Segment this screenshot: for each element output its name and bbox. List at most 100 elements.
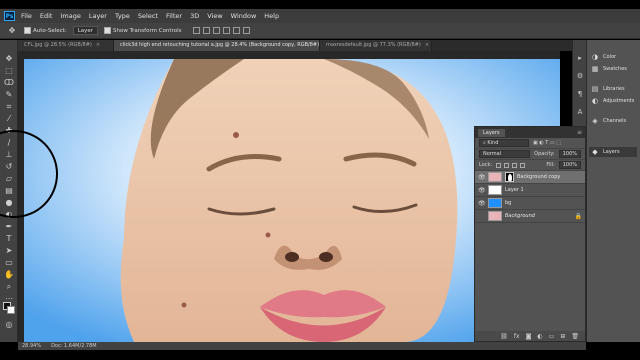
link-layers-icon[interactable]: ⛓ — [500, 333, 508, 340]
dock-item-adjustments[interactable]: ◐ Adjustments — [591, 96, 634, 106]
menu-view[interactable]: View — [207, 12, 222, 20]
swatches-icon: ▦ — [591, 65, 599, 73]
layer-mask-thumbnail[interactable] — [505, 172, 514, 182]
align-bottom-icon[interactable] — [213, 27, 221, 34]
panel-dock: ◑ Color ▦ Swatches ▤ Libraries ◐ Adjustments… — [586, 40, 640, 342]
libraries-icon: ▤ — [591, 85, 599, 93]
tab-layers[interactable]: Layers — [478, 128, 505, 137]
menu-type[interactable]: Type — [115, 12, 130, 20]
properties-icon[interactable]: ⚙ — [576, 72, 584, 80]
add-mask-icon[interactable]: ◙ — [526, 333, 532, 340]
color-icon: ◑ — [591, 53, 599, 61]
adjustment-layer-icon[interactable]: ◐ — [537, 333, 542, 340]
lock-pixels-icon[interactable] — [504, 162, 510, 168]
tab-close-icon[interactable]: × — [425, 42, 429, 48]
transform-controls-checkbox[interactable] — [104, 27, 112, 34]
dock-item-color[interactable]: ◑ Color — [591, 52, 616, 62]
hand-tool-icon[interactable]: ✋ — [3, 270, 15, 280]
dock-label: Channels — [603, 118, 627, 124]
lock-all-icon[interactable] — [520, 162, 526, 168]
layer-row-background-copy[interactable]: 👁 Background copy — [475, 171, 585, 184]
menu-image[interactable]: Image — [60, 12, 80, 20]
visibility-eye-icon[interactable]: 👁 — [478, 174, 486, 181]
align-center-icon[interactable] — [233, 27, 241, 34]
layer-row-layer-1[interactable]: 👁 Layer 1 — [475, 184, 585, 197]
kind-filter-select[interactable]: ⌕ Kind — [479, 139, 529, 147]
menu-window[interactable]: Window — [231, 12, 257, 20]
menu-filter[interactable]: Filter — [166, 12, 182, 20]
pen-tool-icon[interactable]: ✒ — [3, 222, 15, 232]
character-icon[interactable]: A — [576, 108, 584, 116]
blemish — [265, 232, 271, 238]
menu-file[interactable]: File — [21, 12, 32, 20]
fill-input[interactable]: 100% — [558, 161, 581, 169]
menu-edit[interactable]: Edit — [40, 12, 53, 20]
tab-label: CFL.jpg @ 28.5% (RGB/8#) — [24, 42, 92, 48]
lock-position-icon[interactable] — [512, 162, 518, 168]
menu-select[interactable]: Select — [138, 12, 158, 20]
auto-select-option[interactable]: Auto-Select: — [24, 27, 67, 34]
align-middle-icon[interactable] — [203, 27, 211, 34]
quick-mask-icon[interactable]: ◎ — [3, 320, 15, 330]
right-nostril — [319, 252, 333, 262]
lasso-tool-icon[interactable]: ↀ — [3, 78, 15, 88]
visibility-eye-icon[interactable]: 👁 — [478, 200, 486, 207]
history-icon[interactable]: ▸ — [576, 54, 584, 62]
menu-layer[interactable]: Layer — [89, 12, 107, 20]
align-left-icon[interactable] — [223, 27, 231, 34]
move-tool-icon[interactable]: ✥ — [3, 54, 15, 64]
layers-panel-header: Layers ≡ — [475, 127, 585, 138]
dock-item-libraries[interactable]: ▤ Libraries — [591, 84, 625, 94]
path-select-tool-icon[interactable]: ➤ — [3, 246, 15, 256]
dock-label: Adjustments — [603, 98, 635, 104]
lock-transparency-icon[interactable] — [496, 162, 502, 168]
lock-buttons — [496, 162, 526, 168]
fx-icon[interactable]: fx — [514, 333, 520, 340]
channels-icon: ◈ — [592, 117, 598, 125]
layer-filter-row: ⌕ Kind ▣ ◐ T ▭ ⬚ — [475, 138, 585, 149]
eyedropper-tool-icon[interactable]: ⁄ — [3, 114, 15, 124]
tab-close-icon[interactable]: × — [96, 42, 100, 48]
dock-item-layers[interactable]: ◆ Layers — [589, 147, 637, 157]
tab-document-3[interactable]: maxresdefault.jpg @ 77.3% (RGB/8#) × — [320, 40, 432, 51]
menu-help[interactable]: Help — [264, 12, 279, 20]
layer-row-background[interactable]: Background 🔒 — [475, 210, 585, 223]
transform-controls-option[interactable]: Show Transform Controls — [104, 27, 181, 34]
move-tool-icon[interactable]: ✥ — [6, 26, 18, 36]
status-bar: 28.94% Doc: 1.64M/2.78M — [18, 342, 586, 350]
collapsed-panel-strip: ▸ ⚙ ¶ A — [572, 40, 586, 126]
tab-document-2[interactable]: click3d high end retouching tutorial a.j… — [114, 40, 320, 51]
layer-row-bg[interactable]: 👁 bg — [475, 197, 585, 210]
zoom-level[interactable]: 28.94% — [22, 343, 41, 349]
align-right-icon[interactable] — [243, 27, 251, 34]
marquee-tool-icon[interactable]: ⬚ — [3, 66, 15, 76]
shape-tool-icon[interactable]: ▭ — [3, 258, 15, 268]
align-top-icon[interactable] — [193, 27, 201, 34]
new-layer-icon[interactable]: ⊞ — [560, 333, 565, 340]
dock-item-swatches[interactable]: ▦ Swatches — [591, 64, 627, 74]
tab-document-1[interactable]: CFL.jpg @ 28.5% (RGB/8#) × — [18, 40, 114, 51]
dock-item-channels[interactable]: ◈ Channels — [591, 116, 626, 126]
auto-select-label: Auto-Select: — [33, 27, 67, 34]
trash-icon[interactable]: 🗑 — [571, 333, 579, 340]
type-tool-icon[interactable]: T — [3, 234, 15, 244]
paragraph-icon[interactable]: ¶ — [576, 90, 584, 98]
zoom-tool-icon[interactable]: ⌕ — [3, 282, 15, 292]
auto-select-dropdown[interactable]: Layer — [72, 26, 99, 35]
new-group-icon[interactable]: ▭ — [549, 333, 555, 340]
menu-3d[interactable]: 3D — [190, 12, 199, 20]
filter-type-icons[interactable]: ▣ ◐ T ▭ ⬚ — [533, 140, 561, 146]
layer-thumbnail — [488, 211, 502, 221]
auto-select-checkbox[interactable] — [24, 27, 31, 34]
opacity-input[interactable]: 100% — [558, 150, 581, 158]
layer-name: Background — [505, 213, 535, 219]
blend-mode-select[interactable]: Normal — [479, 150, 531, 158]
lock-fill-row: Lock: Fill: 100% — [475, 160, 585, 171]
panel-menu-icon[interactable]: ≡ — [577, 129, 582, 136]
background-color-swatch[interactable] — [7, 306, 15, 314]
quick-select-tool-icon[interactable]: ✎ — [3, 90, 15, 100]
visibility-eye-icon[interactable]: 👁 — [478, 187, 486, 194]
layer-name: Layer 1 — [505, 187, 524, 193]
crop-tool-icon[interactable]: ⌗ — [3, 102, 15, 112]
document-size: Doc: 1.64M/2.78M — [51, 343, 97, 349]
